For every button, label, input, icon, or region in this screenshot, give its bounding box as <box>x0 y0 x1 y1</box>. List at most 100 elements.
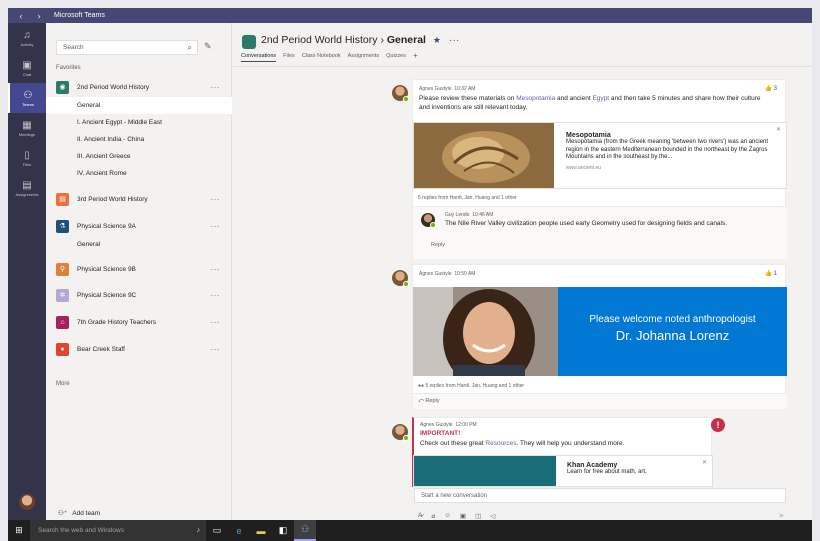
teams-window: ‹ › Microsoft Teams ♫ Activity ▣ Chat ⚇ … <box>8 8 812 520</box>
taskbar-search-placeholder: Search the web and Windows <box>38 527 124 534</box>
artifact-image <box>414 123 554 188</box>
rail-activity[interactable]: ♫ Activity <box>8 23 46 53</box>
tab-class-notebook[interactable]: Class Notebook <box>302 53 341 62</box>
author-name[interactable]: Agnes Gustyle <box>420 422 453 428</box>
team-item[interactable]: ◉ 2nd Period World History ··· <box>46 77 232 97</box>
post-time: 10:32 AM <box>454 86 476 92</box>
rail-label: Chat <box>22 71 32 77</box>
rail-files[interactable]: ▯ Files <box>8 143 46 173</box>
search-input[interactable]: Search ⌕ <box>56 40 198 55</box>
atom-icon: ✲ <box>56 288 69 302</box>
emoji-icon[interactable]: ☺ <box>444 512 451 520</box>
team-name: 2nd Period World History <box>77 83 150 91</box>
more-options-icon[interactable]: ··· <box>211 291 221 300</box>
team-item[interactable]: ▤ 3rd Period World History ··· <box>46 189 232 209</box>
new-conversation-input[interactable]: Start a new conversation <box>414 488 786 503</box>
card-title: Mesopotamia <box>566 132 611 139</box>
link-resources[interactable]: Resources <box>485 440 516 447</box>
teams-app-icon[interactable]: ⚇ <box>294 520 316 541</box>
task-view-icon[interactable]: ▭ <box>206 520 228 541</box>
taskbar-search-input[interactable]: Search the web and Windows ♪ <box>30 520 206 541</box>
add-tab-icon[interactable]: + <box>413 52 418 62</box>
close-icon[interactable]: ✕ <box>702 459 707 466</box>
message-post: Agnes Gustyle 10:32 AM 👍 3 Please review… <box>412 79 787 259</box>
card-description: Mesopotamia (from the Greek meaning 'bet… <box>566 139 769 160</box>
send-icon[interactable]: ➤ <box>778 511 785 520</box>
channel-item[interactable]: IV. Ancient Rome <box>46 165 232 182</box>
reply-author-avatar[interactable] <box>421 213 436 228</box>
close-icon[interactable]: ✕ <box>776 126 781 133</box>
tab-assignments[interactable]: Assignments <box>348 53 380 62</box>
more-teams-link[interactable]: More <box>56 381 70 387</box>
like-count[interactable]: 👍 3 <box>765 85 778 92</box>
replies-summary[interactable]: ●● 5 replies from Hardi, Jan, Huang and … <box>418 383 524 389</box>
author-name[interactable]: Agnes Gustyle <box>419 86 452 92</box>
rail-assignments[interactable]: ▤ Assignments <box>8 173 46 203</box>
rail-meetings[interactable]: ▦ Meetings <box>8 113 46 143</box>
author-avatar[interactable] <box>392 85 409 102</box>
author-avatar[interactable] <box>392 270 409 287</box>
team-title[interactable]: 2nd Period World History <box>261 34 378 46</box>
link-preview-card[interactable]: Khan Academy Learn for free about math, … <box>413 455 713 487</box>
reply-button[interactable]: Reply <box>431 242 445 248</box>
more-options-icon[interactable]: ··· <box>211 345 221 354</box>
like-count[interactable]: 👍 1 <box>765 270 778 277</box>
microphone-icon[interactable]: ♪ <box>197 527 201 534</box>
user-avatar[interactable] <box>19 494 35 510</box>
channel-name: General <box>386 34 426 46</box>
announcement-banner[interactable]: Please welcome noted anthropologist Dr. … <box>413 287 787 376</box>
more-options-icon[interactable]: ··· <box>449 34 460 46</box>
tab-quizzes[interactable]: Quizzes <box>386 53 406 62</box>
author-name[interactable]: Agnes Gustyle <box>419 271 452 277</box>
reply-author[interactable]: Guy Lendo <box>445 212 469 218</box>
rail-chat[interactable]: ▣ Chat <box>8 53 46 83</box>
channel-item[interactable]: III. Ancient Greece <box>46 148 232 165</box>
more-options-icon[interactable]: ··· <box>211 195 221 204</box>
sticker-icon[interactable]: ◫ <box>475 512 481 520</box>
team-item[interactable]: ⚲ Physical Science 9B ··· <box>46 259 232 279</box>
team-item[interactable]: ✲ Physical Science 9C ··· <box>46 285 232 305</box>
more-options-icon[interactable]: ··· <box>211 318 221 327</box>
star-icon[interactable]: ★ <box>433 35 441 45</box>
tab-conversations[interactable]: Conversations <box>241 53 277 62</box>
more-options-icon[interactable]: ··· <box>211 222 221 231</box>
format-icon[interactable]: A̷ <box>418 512 422 520</box>
file-explorer-icon[interactable]: ▬ <box>250 520 272 541</box>
add-team-button[interactable]: ⚇⁺ Add team <box>58 509 100 518</box>
channel-item[interactable]: I. Ancient Egypt - Middle East <box>46 114 232 131</box>
card-url[interactable]: www.ancient.eu <box>566 165 776 171</box>
banner-line-2: Dr. Johanna Lorenz <box>615 328 730 343</box>
replies-summary[interactable]: 5 replies from Hardi, Jan, Huang and 1 o… <box>418 195 517 201</box>
team-item[interactable]: ● Bear Creek Staff ··· <box>46 339 232 359</box>
new-chat-icon[interactable]: ✎ <box>204 41 212 52</box>
link-preview-card[interactable]: Mesopotamia Mesopotamia (from the Greek … <box>413 122 787 189</box>
link-egypt[interactable]: Egypt <box>592 95 609 102</box>
meet-now-icon[interactable]: ◁ <box>490 512 495 520</box>
link-mesopotamia[interactable]: Mesopotamia <box>516 95 555 102</box>
more-options-icon[interactable]: ··· <box>211 83 221 92</box>
channel-item[interactable]: General <box>46 236 232 253</box>
team-item[interactable]: ⌂ 7th Grade History Teachers ··· <box>46 312 232 332</box>
reply-button[interactable]: ⤺ Reply <box>418 398 439 405</box>
rail-teams[interactable]: ⚇ Teams <box>8 83 46 113</box>
channel-item[interactable]: General <box>46 97 232 114</box>
channel-item[interactable]: II. Ancient India - China <box>46 131 232 148</box>
author-avatar[interactable] <box>392 424 409 441</box>
windows-start-icon[interactable]: ⊞ <box>8 525 30 536</box>
reply-label: Reply <box>425 398 440 404</box>
team-item[interactable]: ⚗ Physical Science 9A ··· <box>46 216 232 236</box>
more-options-icon[interactable]: ··· <box>211 265 221 274</box>
edge-icon[interactable]: e <box>228 520 250 541</box>
store-icon[interactable]: ◧ <box>272 520 294 541</box>
search-icon[interactable]: ⌕ <box>188 43 192 53</box>
tab-files[interactable]: Files <box>283 53 295 62</box>
back-arrow-icon[interactable]: ‹ <box>20 11 23 21</box>
attach-icon[interactable]: ⌀ <box>431 512 435 520</box>
forward-arrow-icon[interactable]: › <box>38 11 41 21</box>
post-meta: Agnes Gustyle 10:32 AM <box>419 86 475 92</box>
post-time: 12:00 PM <box>455 422 477 428</box>
giphy-icon[interactable]: ▣ <box>460 512 466 520</box>
like-number: 3 <box>773 86 777 92</box>
post-text: and ancient <box>555 95 593 102</box>
book-icon: ▤ <box>56 192 69 206</box>
